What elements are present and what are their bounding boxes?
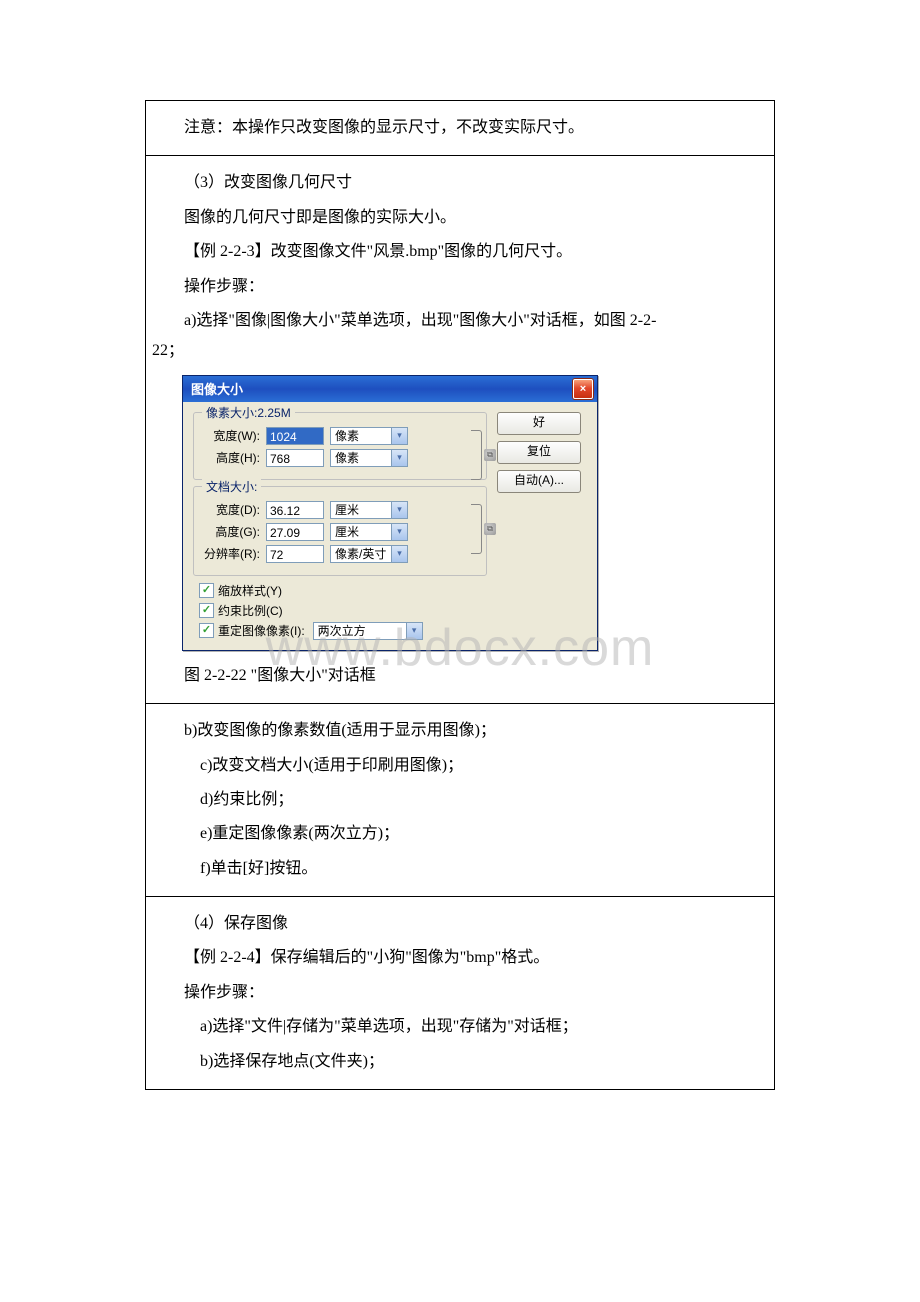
width-input[interactable]: 1024	[266, 427, 324, 445]
step-a-line2: 22；	[152, 336, 768, 366]
resolution-input[interactable]: 72	[266, 545, 324, 563]
doc-width-label: 宽度(D):	[202, 501, 260, 518]
reset-button[interactable]: 复位	[497, 441, 581, 464]
resample-label: 重定图像像素(I):	[218, 622, 305, 639]
width-label: 宽度(W):	[202, 427, 260, 444]
link-bracket: ⧉	[471, 431, 496, 479]
doc-height-unit-select[interactable]: 厘米 ▾	[330, 523, 408, 541]
resolution-unit-select[interactable]: 像素/英寸 ▾	[330, 545, 408, 563]
height-unit-select[interactable]: 像素 ▾	[330, 449, 408, 467]
chevron-down-icon: ▾	[391, 428, 407, 444]
figure-caption: 图 2-2-22 "图像大小"对话框	[152, 661, 768, 691]
ok-button[interactable]: 好	[497, 412, 581, 435]
constrain-checkbox[interactable]: ✓	[199, 603, 214, 618]
body-text: 操作步骤：	[152, 272, 768, 302]
select-value: 两次立方	[318, 622, 366, 639]
chain-icon: ⧉	[484, 523, 496, 535]
step-c: c)改变文档大小(适用于印刷用图像)；	[152, 751, 768, 781]
doc-width-unit-select[interactable]: 厘米 ▾	[330, 501, 408, 519]
constrain-label: 约束比例(C)	[218, 602, 283, 619]
close-button[interactable]: ×	[573, 379, 593, 399]
group-title: 像素大小:2.25M	[202, 404, 295, 421]
scale-styles-label: 缩放样式(Y)	[218, 582, 282, 599]
close-icon: ×	[580, 383, 586, 395]
scale-styles-checkbox[interactable]: ✓	[199, 583, 214, 598]
note-paragraph: 注意：本操作只改变图像的显示尺寸，不改变实际尺寸。	[152, 113, 768, 143]
doc-width-input[interactable]: 36.12	[266, 501, 324, 519]
pixel-dimensions-group: 像素大小:2.25M 宽度(W): 1024 像素 ▾	[193, 412, 487, 480]
chevron-down-icon: ▾	[391, 502, 407, 518]
chevron-down-icon: ▾	[391, 450, 407, 466]
doc-height-input[interactable]: 27.09	[266, 523, 324, 541]
section-heading: （3）改变图像几何尺寸	[152, 168, 768, 198]
height-input[interactable]: 768	[266, 449, 324, 467]
link-bracket: ⧉	[471, 505, 496, 553]
chain-icon: ⧉	[484, 449, 496, 461]
example-heading: 【例 2-2-4】保存编辑后的"小狗"图像为"bmp"格式。	[152, 943, 768, 973]
doc-height-label: 高度(G):	[202, 523, 260, 540]
step-b: b)改变图像的像素数值(适用于显示用图像)；	[152, 716, 768, 746]
chevron-down-icon: ▾	[391, 524, 407, 540]
dialog-title: 图像大小	[191, 379, 243, 398]
select-value: 厘米	[335, 523, 359, 540]
body-text: 图像的几何尺寸即是图像的实际大小。	[152, 203, 768, 233]
select-value: 像素	[335, 449, 359, 466]
body-text: 操作步骤：	[152, 978, 768, 1008]
section-heading: （4）保存图像	[152, 909, 768, 939]
resolution-label: 分辨率(R):	[202, 545, 260, 562]
image-size-dialog: 图像大小 × 像素大小:2.25M 宽度(W):	[182, 375, 598, 651]
resample-method-select[interactable]: 两次立方 ▾	[313, 622, 423, 640]
select-value: 像素	[335, 427, 359, 444]
example-heading: 【例 2-2-3】改变图像文件"风景.bmp"图像的几何尺寸。	[152, 237, 768, 267]
width-unit-select[interactable]: 像素 ▾	[330, 427, 408, 445]
step-f: f)单击[好]按钮。	[152, 854, 768, 884]
document-main-table: 注意：本操作只改变图像的显示尺寸，不改变实际尺寸。 （3）改变图像几何尺寸 图像…	[145, 100, 775, 1090]
auto-button[interactable]: 自动(A)...	[497, 470, 581, 493]
chevron-down-icon: ▾	[391, 546, 407, 562]
step-b: b)选择保存地点(文件夹)；	[152, 1047, 768, 1077]
chevron-down-icon: ▾	[406, 623, 422, 639]
document-size-group: 文档大小: 宽度(D): 36.12 厘米 ▾	[193, 486, 487, 576]
dialog-titlebar: 图像大小 ×	[183, 376, 597, 402]
select-value: 像素/英寸	[335, 545, 386, 562]
resample-checkbox[interactable]: ✓	[199, 623, 214, 638]
step-d: d)约束比例；	[152, 785, 768, 815]
height-label: 高度(H):	[202, 449, 260, 466]
select-value: 厘米	[335, 501, 359, 518]
step-a: a)选择"文件|存储为"菜单选项，出现"存储为"对话框；	[152, 1012, 768, 1042]
step-e: e)重定图像像素(两次立方)；	[152, 819, 768, 849]
group-title: 文档大小:	[202, 478, 261, 495]
step-a-line1: a)选择"图像|图像大小"菜单选项，出现"图像大小"对话框，如图 2-2-	[152, 306, 768, 336]
